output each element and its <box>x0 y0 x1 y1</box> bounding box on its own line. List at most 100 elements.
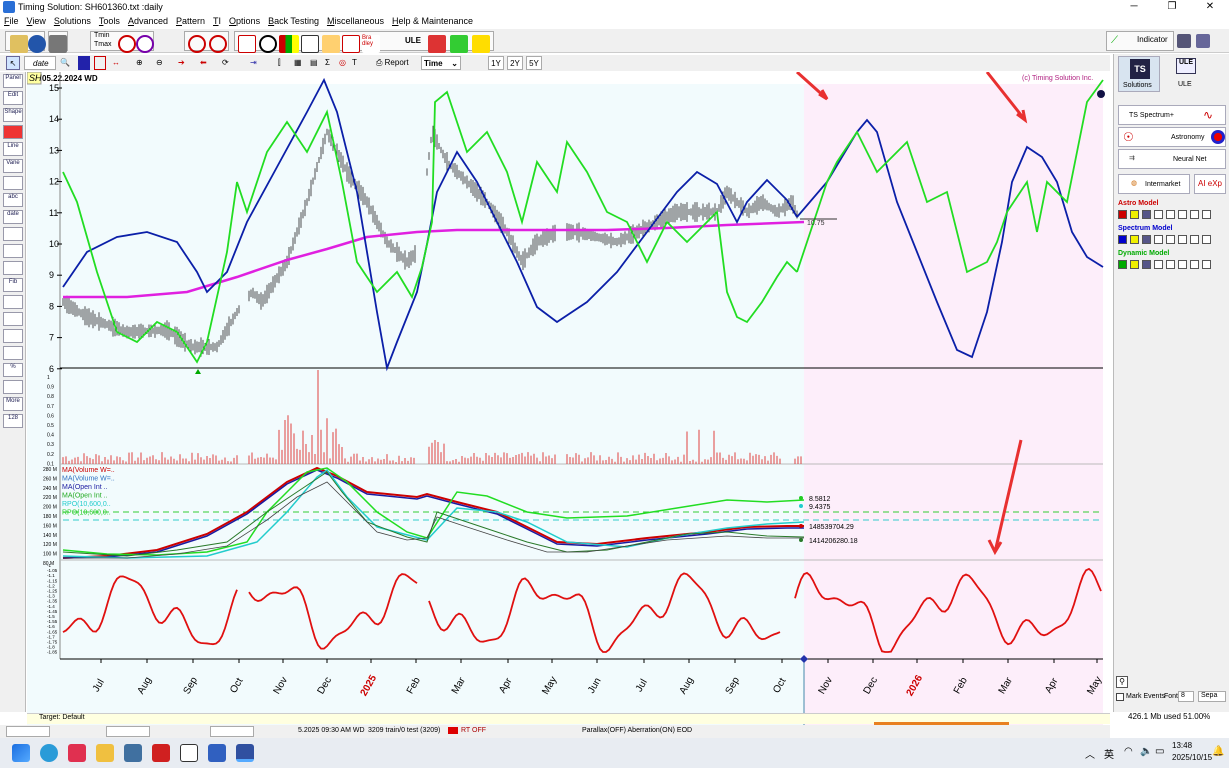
menu-item-1[interactable]: View <box>27 16 46 26</box>
globe-icon[interactable] <box>28 35 46 53</box>
timeline-scroll[interactable]: Target: Default <box>27 713 1110 725</box>
clock-icon[interactable] <box>118 35 136 53</box>
windows-start-icon[interactable] <box>12 744 30 762</box>
model-tool-icon-2-7[interactable] <box>1202 260 1211 269</box>
sidebar-tool-0[interactable]: Panel <box>3 74 23 88</box>
volume-icon[interactable]: 🔈 <box>1140 746 1152 757</box>
menu-item-10[interactable]: Help & Maintenance <box>392 16 473 26</box>
separator-select[interactable]: Sepa <box>1198 691 1226 702</box>
model-tool-icon-2-2[interactable] <box>1142 260 1151 269</box>
model-tool-icon-1-7[interactable] <box>1202 235 1211 244</box>
clock-time[interactable]: 13:48 <box>1172 741 1192 750</box>
status-rt-off[interactable]: RT OFF <box>461 727 486 734</box>
model-tool-icon-2-1[interactable] <box>1130 260 1139 269</box>
sidebar-tool-7[interactable]: abc <box>3 193 23 207</box>
target-icon[interactable] <box>136 35 154 53</box>
model-tool-icon-1-6[interactable] <box>1190 235 1199 244</box>
indicator-button[interactable]: ⟋ Indicator <box>1106 31 1174 51</box>
menu-item-6[interactable]: TI <box>213 16 221 26</box>
model-tool-icon-1-1[interactable] <box>1130 235 1139 244</box>
sidebar-tool-9[interactable] <box>3 227 23 241</box>
range-button-2[interactable]: 5Y <box>526 56 542 70</box>
chart-red-icon[interactable] <box>238 35 256 53</box>
yellow-square-icon[interactable] <box>472 35 490 53</box>
astro-icon[interactable] <box>259 35 277 53</box>
window-tab-1[interactable] <box>6 726 50 737</box>
stretch-icon[interactable]: ↔ <box>112 56 130 70</box>
sidebar-tool-8[interactable]: date <box>3 210 23 224</box>
neural-net-button[interactable]: ⇉ Neural Net <box>1118 149 1226 169</box>
close-button[interactable]: ✕ <box>1191 0 1229 14</box>
sigma-icon[interactable]: Σ <box>325 56 337 70</box>
game-icon[interactable] <box>180 744 198 762</box>
language-indicator[interactable]: 英 <box>1104 746 1114 761</box>
range-button-1[interactable]: 2Y <box>507 56 523 70</box>
edge-icon[interactable] <box>40 744 58 762</box>
zoom-out-icon[interactable]: ⊖ <box>156 56 170 70</box>
sidebar-tool-19[interactable]: More <box>3 397 23 411</box>
green-square-icon[interactable] <box>450 35 468 53</box>
intermarket-button[interactable]: ◍ Intermarket <box>1118 174 1190 194</box>
model-tool-icon-0-2[interactable] <box>1142 210 1151 219</box>
menu-item-5[interactable]: Pattern <box>176 16 205 26</box>
zoom-icon[interactable]: 🔍 <box>58 56 72 70</box>
menu-item-3[interactable]: Tools <box>99 16 120 26</box>
cursor-icon[interactable]: ↖ <box>6 56 20 70</box>
model-tool-icon-1-3[interactable] <box>1154 235 1163 244</box>
wifi-icon[interactable]: ◠ <box>1124 746 1133 757</box>
sidebar-tool-6[interactable] <box>3 176 23 190</box>
bars-icon[interactable]: ▦ <box>294 56 306 70</box>
t-small-icon[interactable]: T <box>352 56 364 70</box>
bradley-icon[interactable]: Bra dley <box>362 35 380 53</box>
sidebar-tool-4[interactable]: Line <box>3 142 23 156</box>
model-tool-icon-1-0[interactable] <box>1118 235 1127 244</box>
mark-events-checkbox[interactable] <box>1116 693 1124 701</box>
arrow-right-icon[interactable]: ➔ <box>178 56 190 70</box>
pin-icon[interactable]: ⚲ <box>1116 676 1128 688</box>
stock-app-icon[interactable] <box>152 744 170 762</box>
globe-small-icon[interactable] <box>1097 90 1105 98</box>
model-tool-icon-0-1[interactable] <box>1130 210 1139 219</box>
ule-red-icon[interactable] <box>428 35 446 53</box>
maximize-button[interactable]: ❐ <box>1153 0 1191 14</box>
marker-icon[interactable]: ⫿ <box>278 56 290 70</box>
sidebar-tool-12[interactable]: Fib <box>3 278 23 292</box>
sidebar-tool-11[interactable] <box>3 261 23 275</box>
sidebar-tool-20[interactable]: 128 <box>3 414 23 428</box>
model-tool-icon-0-4[interactable] <box>1166 210 1175 219</box>
calculator-icon[interactable] <box>1177 34 1191 48</box>
time-select[interactable]: Time ⌄ <box>421 56 461 70</box>
open-icon[interactable] <box>10 35 28 53</box>
notification-icon[interactable]: 🔔 <box>1212 746 1224 757</box>
model-tool-icon-2-4[interactable] <box>1166 260 1175 269</box>
window-tab-2[interactable] <box>106 726 150 737</box>
chart-area[interactable]: SH 05.22.2024 WD (c) Timing Solution Inc… <box>27 72 1111 725</box>
sidebar-tool-1[interactable]: Edit <box>3 91 23 105</box>
shield-app-icon[interactable] <box>208 744 226 762</box>
model-tool-icon-0-3[interactable] <box>1154 210 1163 219</box>
align-icon[interactable]: ⇥ <box>250 56 262 70</box>
font-size-select[interactable]: 8 <box>1178 691 1194 702</box>
tmin-label[interactable]: Tmin <box>94 32 110 39</box>
ring-icon[interactable]: ◎ <box>339 56 351 70</box>
sidebar-tool-16[interactable] <box>3 346 23 360</box>
sidebar-tool-3[interactable] <box>3 125 23 139</box>
menu-item-8[interactable]: Back Testing <box>268 16 319 26</box>
arrow-left-icon[interactable]: ⬅ <box>200 56 212 70</box>
model-tool-icon-0-6[interactable] <box>1190 210 1199 219</box>
report-button[interactable]: ⎙ Report <box>376 56 420 70</box>
model-tool-icon-2-3[interactable] <box>1154 260 1163 269</box>
sidebar-tool-5[interactable]: Vane <box>3 159 23 173</box>
fill-icon[interactable] <box>78 56 90 70</box>
t-icon[interactable] <box>209 35 227 53</box>
zoom-in-icon[interactable]: ⊕ <box>136 56 150 70</box>
folder-icon[interactable] <box>96 744 114 762</box>
menu-item-9[interactable]: Miscellaneous <box>327 16 384 26</box>
window-tab-3[interactable] <box>210 726 254 737</box>
model-tool-icon-2-5[interactable] <box>1178 260 1187 269</box>
sidebar-tool-2[interactable]: Shape <box>3 108 23 122</box>
model-tool-icon-1-4[interactable] <box>1166 235 1175 244</box>
music-icon[interactable] <box>68 744 86 762</box>
model-tool-icon-0-0[interactable] <box>1118 210 1127 219</box>
sidebar-tool-17[interactable]: % <box>3 363 23 377</box>
